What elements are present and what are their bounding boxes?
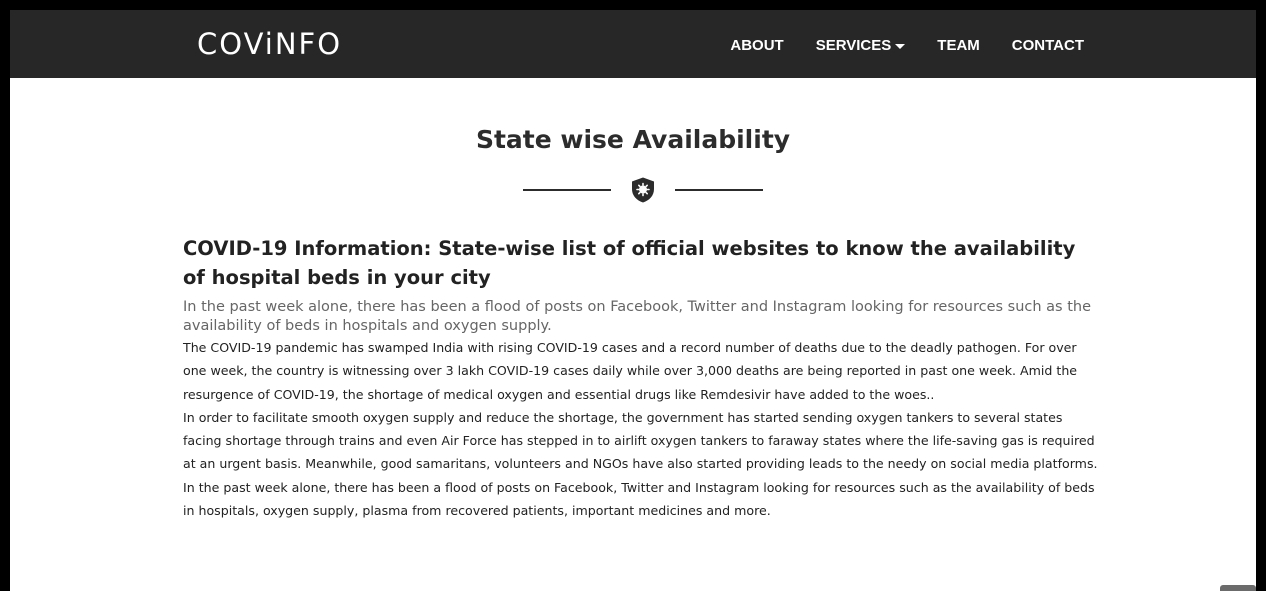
shield-virus-icon bbox=[632, 177, 654, 203]
caret-down-icon bbox=[895, 44, 906, 49]
article-paragraph: In order to facilitate smooth oxygen sup… bbox=[183, 409, 1098, 519]
title-divider bbox=[523, 176, 763, 204]
nav-item-about[interactable]: ABOUT bbox=[730, 36, 783, 56]
section-title: State wise Availability bbox=[475, 125, 791, 154]
main-nav: ABOUT SERVICES TEAM CONTACT bbox=[698, 36, 1084, 56]
nav-item-label: TEAM bbox=[937, 37, 980, 54]
scroll-top-icon[interactable] bbox=[1220, 585, 1256, 591]
nav-item-team[interactable]: TEAM bbox=[937, 36, 980, 56]
article-lead: In the past week alone, there has been a… bbox=[183, 299, 1092, 334]
article-heading: COVID-19 Information: State-wise list of… bbox=[183, 237, 1076, 289]
divider-line-left bbox=[523, 189, 611, 191]
article: COVID-19 Information: State-wise list of… bbox=[183, 234, 1103, 522]
nav-item-services[interactable]: SERVICES bbox=[816, 36, 906, 56]
nav-item-contact[interactable]: CONTACT bbox=[1012, 36, 1084, 56]
browser-viewport: COViNFO ABOUT SERVICES TEAM CONTACT Stat… bbox=[10, 10, 1256, 591]
divider-line-right bbox=[675, 189, 763, 191]
nav-item-label: SERVICES bbox=[815, 37, 892, 54]
nav-item-label: ABOUT bbox=[730, 37, 784, 54]
nav-item-label: CONTACT bbox=[1011, 37, 1084, 54]
navbar: COViNFO ABOUT SERVICES TEAM CONTACT bbox=[10, 10, 1256, 78]
article-paragraph: The COVID-19 pandemic has swamped India … bbox=[183, 340, 1078, 402]
brand-logo[interactable]: COViNFO bbox=[197, 27, 342, 61]
